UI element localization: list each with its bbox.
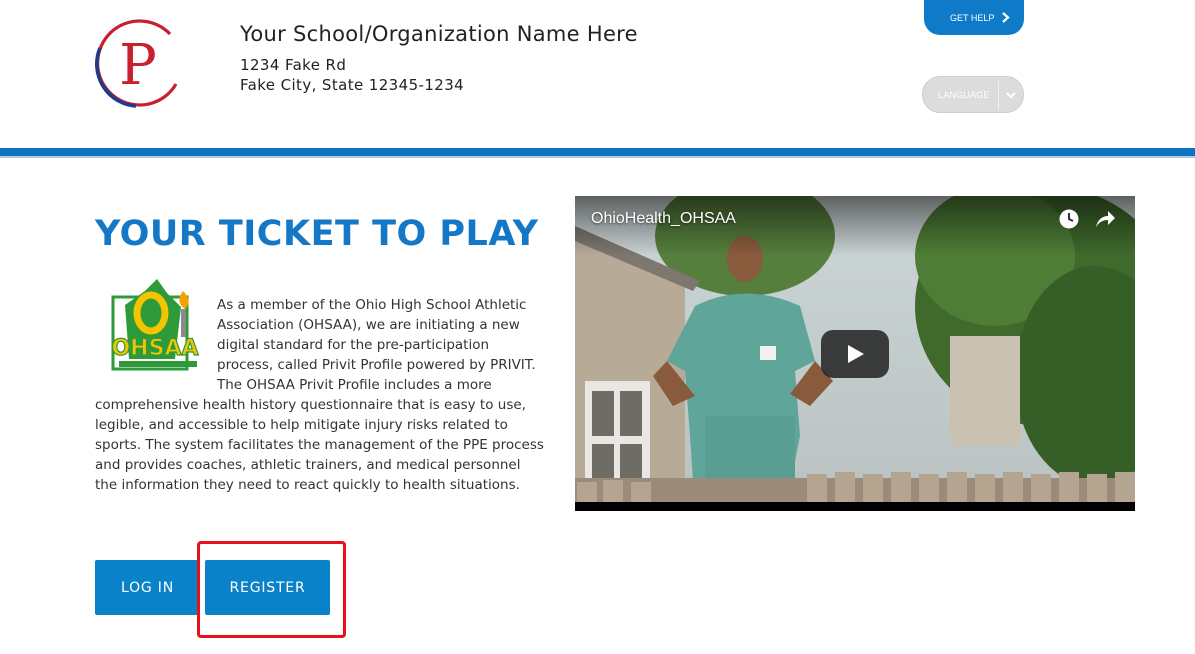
language-label: LANGUAGE bbox=[938, 90, 990, 100]
watch-later-icon[interactable] bbox=[1058, 208, 1080, 230]
site-header: P Your School/Organization Name Here 123… bbox=[0, 0, 1195, 148]
video-title[interactable]: OhioHealth_OHSAA bbox=[591, 210, 736, 228]
play-button[interactable] bbox=[821, 330, 889, 378]
organization-address: 1234 Fake Rd Fake City, State 12345-1234 bbox=[240, 55, 464, 95]
organization-logo: P bbox=[95, 19, 178, 108]
chevron-down-icon bbox=[1006, 92, 1016, 99]
register-button[interactable]: REGISTER bbox=[205, 560, 330, 615]
page-title: YOUR TICKET TO PLAY bbox=[95, 214, 539, 254]
program-description: As a member of the Ohio High School Athl… bbox=[95, 295, 545, 495]
get-help-button[interactable]: GET HELP bbox=[924, 0, 1024, 35]
get-help-label: GET HELP bbox=[950, 12, 995, 23]
logo-letter: P bbox=[119, 33, 157, 98]
share-icon[interactable] bbox=[1094, 209, 1116, 229]
video-bottom-bar bbox=[575, 502, 1135, 511]
chevron-right-icon bbox=[1002, 12, 1010, 23]
play-icon bbox=[848, 345, 864, 363]
logo-spacer bbox=[95, 295, 217, 395]
address-line-1: 1234 Fake Rd bbox=[240, 56, 347, 74]
login-button[interactable]: LOG IN bbox=[95, 560, 200, 615]
video-player[interactable]: OhioHealth_OHSAA bbox=[575, 196, 1135, 511]
language-select[interactable]: LANGUAGE bbox=[922, 76, 1024, 113]
language-divider bbox=[998, 81, 999, 110]
header-divider-bar bbox=[0, 148, 1195, 156]
header-divider-line bbox=[0, 156, 1195, 158]
organization-name: Your School/Organization Name Here bbox=[240, 22, 638, 46]
address-line-2: Fake City, State 12345-1234 bbox=[240, 76, 465, 94]
